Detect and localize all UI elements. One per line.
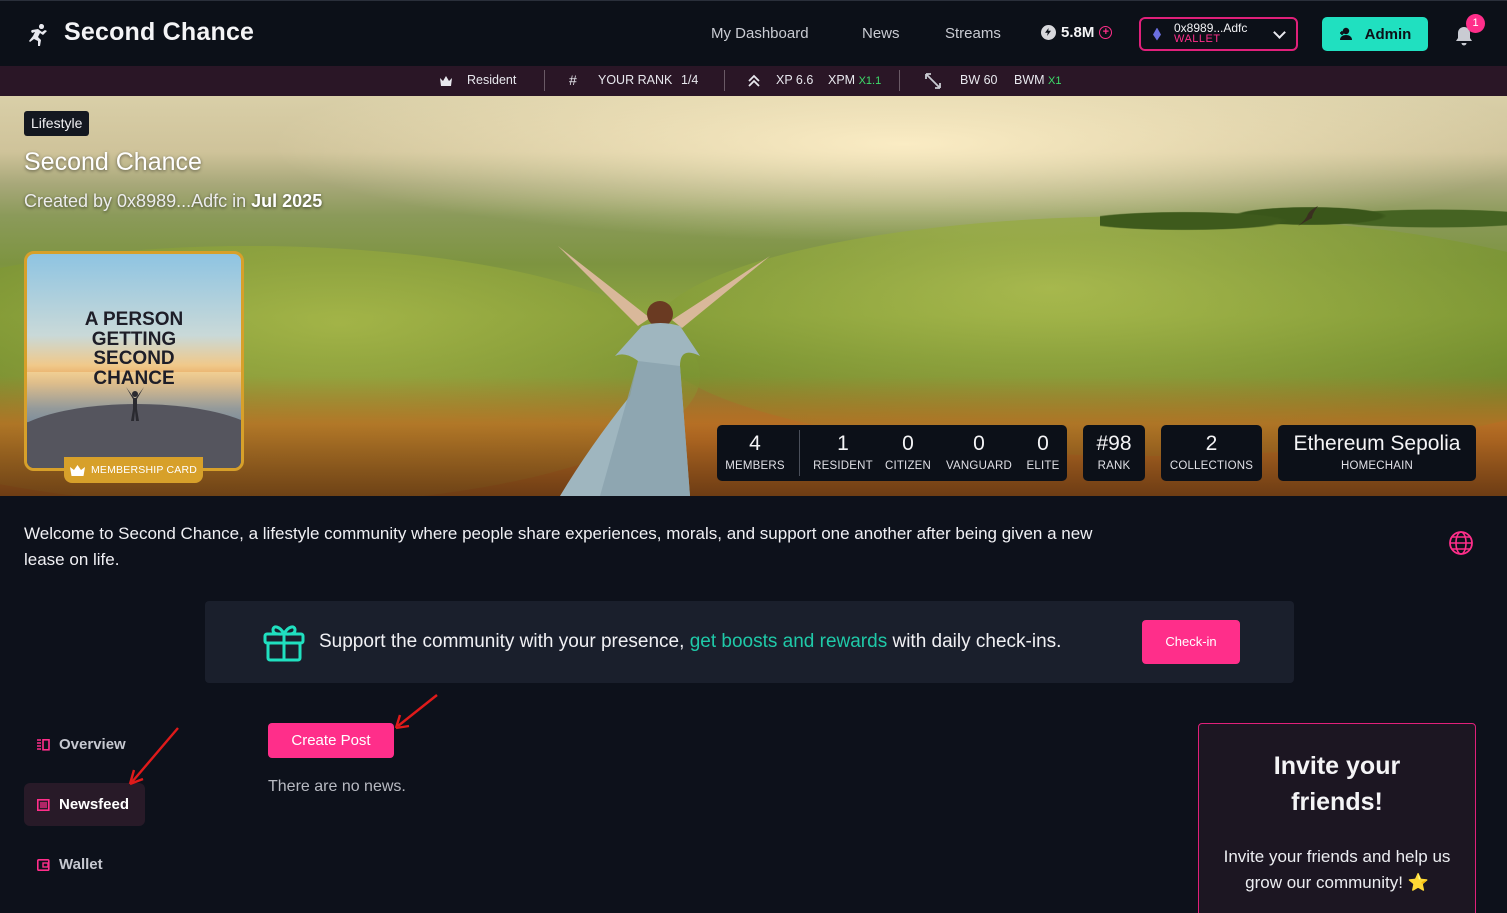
stat-homechain: Ethereum Sepolia HOMECHAIN [1293,432,1461,472]
gift-icon [263,625,305,662]
nav-news[interactable]: News [862,25,900,42]
newsfeed-icon [37,798,50,811]
create-post-button[interactable]: Create Post [268,723,394,758]
empty-feed-message: There are no news. [268,778,406,795]
bird-image [1298,206,1318,226]
add-funds-icon[interactable]: + [1099,26,1113,39]
rank-bar: Resident # YOUR RANK 1/4 XP 6.6 XPM X1.1… [0,66,1507,96]
runner-logo-icon[interactable] [26,21,52,47]
double-chevron-up-icon [748,74,760,87]
bwm-label: BWM [1014,73,1045,87]
invite-friends-panel: Invite your friends! Invite your friends… [1198,723,1476,913]
boosts-link[interactable]: get boosts and rewards [690,631,888,652]
annotation-arrow-icon [128,727,179,786]
created-by: Created by 0x8989...Adfc in Jul 2025 [24,191,322,212]
divider [899,70,900,91]
admin-label: Admin [1364,25,1412,43]
wallet-dropdown[interactable]: 0x8989...Adfc WALLET [1139,17,1298,51]
stat-collections: 2 COLLECTIONS [1169,432,1254,472]
community-description: Welcome to Second Chance, a lifestyle co… [24,524,1093,569]
bwm-group: BWM X1 [1014,73,1062,87]
bw-value: BW 60 [960,73,998,87]
wallet-icon [37,858,50,871]
checkin-message: Support the community with your presence… [319,631,1062,652]
brand-title[interactable]: Second Chance [64,18,254,47]
created-prefix: Created by 0x8989...Adfc in [24,191,247,211]
chevron-down-icon [1273,26,1286,39]
sidebar-item-newsfeed[interactable]: Newsfeed [24,783,145,826]
stat-rank: #98 RANK [1096,432,1132,472]
community-banner: Lifestyle Second Chance Created by 0x898… [0,96,1507,496]
rank-label: YOUR RANK [598,73,673,87]
stat-elite: 0 ELITE [1026,432,1060,472]
checkin-panel: Support the community with your presence… [205,601,1294,683]
membership-card[interactable]: A PERSON GETTING SECOND CHANCE [24,251,244,471]
stat-vanguard: 0 VANGUARD [946,432,1012,472]
xpm-multiplier: X1.1 [858,75,882,87]
resize-arrows-icon [925,73,941,89]
nav-my-dashboard[interactable]: My Dashboard [711,25,809,42]
invite-title: Invite your friends! [1273,752,1401,816]
top-nav: Second Chance My Dashboard News Streams … [0,0,1507,66]
bwm-multiplier: X1 [1048,75,1062,87]
xpm-group: XPM X1.1 [828,73,881,87]
annotation-arrow-icon [394,694,438,730]
globe-icon[interactable] [1448,530,1474,556]
admin-button[interactable]: Admin [1322,17,1428,51]
hash-icon: # [569,72,577,88]
nav-streams[interactable]: Streams [945,25,1001,42]
stat-collections-box[interactable]: 2 COLLECTIONS [1161,425,1262,481]
xpm-label: XPM [828,73,856,87]
rank-role: Resident [467,73,517,87]
community-title: Second Chance [24,148,202,176]
divider [544,70,545,91]
divider [724,70,725,91]
stat-resident: 1 RESIDENT [813,432,873,472]
invite-body: Invite your friends and help us grow our… [1223,847,1451,892]
xp-value: XP 6.6 [776,73,814,87]
person-figure-icon [126,387,144,421]
crown-icon [440,76,452,86]
card-title: A PERSON GETTING SECOND CHANCE [84,309,184,389]
balance-display[interactable]: 5.8M + [1041,24,1113,41]
stat-rank-box: #98 RANK [1083,425,1145,481]
notification-badge: 1 [1466,14,1485,33]
user-plus-icon [1339,27,1352,40]
stat-citizen: 0 CITIZEN [884,432,932,472]
stat-homechain-box: Ethereum Sepolia HOMECHAIN [1278,425,1476,481]
rank-value: 1/4 [681,73,699,87]
overview-icon [37,738,50,751]
stat-members: 4 MEMBERS [725,432,785,472]
balance-value: 5.8M [1061,24,1095,41]
created-date: Jul 2025 [251,191,323,211]
divider [799,430,800,476]
sidebar-item-overview[interactable]: Overview [24,723,126,766]
checkin-button[interactable]: Check-in [1142,620,1240,664]
membership-card-badge: MEMBERSHIP CARD [64,457,203,483]
crown-icon [69,464,85,476]
category-tag[interactable]: Lifestyle [24,111,90,136]
member-stats: 4 MEMBERS 1 RESIDENT 0 CITIZEN 0 VANGUAR… [717,425,1067,481]
coin-icon [1041,25,1056,40]
wallet-label: WALLET [1174,33,1221,45]
ethereum-icon [1153,27,1161,41]
sidebar-item-wallet[interactable]: Wallet [24,843,103,886]
